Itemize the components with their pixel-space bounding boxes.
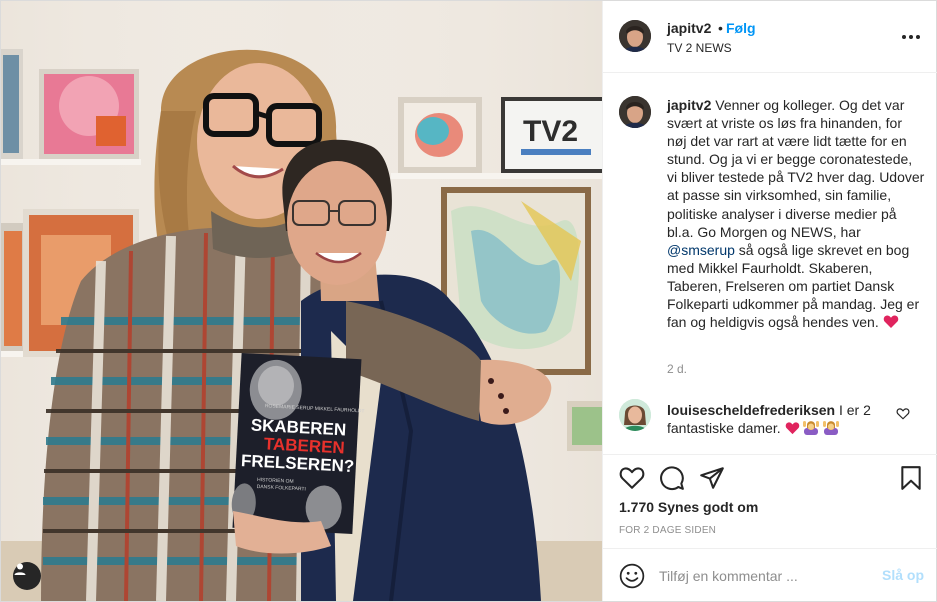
user-tag-icon <box>14 563 26 575</box>
post-side-panel: japitv2 • Følg TV 2 NEWS japitv2 Venner … <box>602 1 937 601</box>
red-heart-emoji-icon <box>785 422 799 435</box>
caption-body-1: Venner og kolleger. Og det var svært at … <box>667 97 925 240</box>
post-actions: 1.770 Synes godt om FOR 2 DAGE SIDEN <box>603 454 937 548</box>
more-options-icon <box>902 35 906 39</box>
more-options-icon-dot <box>916 35 920 39</box>
like-heart-icon[interactable] <box>619 465 645 491</box>
red-heart-emoji-icon <box>883 315 898 329</box>
likes-count[interactable]: 1.770 Synes godt om <box>619 499 758 515</box>
comments-section: japitv2 Venner og kolleger. Og det var s… <box>603 74 937 454</box>
woman-raising-hands-emoji-icon <box>823 421 840 435</box>
emoji-smiley-icon[interactable] <box>619 563 645 589</box>
author-username[interactable]: japitv2 <box>667 20 711 36</box>
tv2-logo-text: TV2 <box>523 115 578 148</box>
save-bookmark-icon[interactable] <box>898 465 924 491</box>
author-location[interactable]: TV 2 NEWS <box>667 41 732 55</box>
post-date[interactable]: FOR 2 DAGE SIDEN <box>619 525 716 536</box>
post-photo[interactable]: TV2 ROSEMARIE SERUP MIKKEL FAURHOLDT SKA… <box>1 1 602 601</box>
woman-raising-hands-emoji-icon <box>803 421 820 435</box>
comment-input[interactable] <box>659 566 869 586</box>
more-options-icon-dot <box>909 35 913 39</box>
post-header: japitv2 • Følg TV 2 NEWS <box>603 1 937 73</box>
commenter-username[interactable]: louisescheldefrederiksen <box>667 402 835 418</box>
follow-button[interactable]: Følg <box>726 20 756 36</box>
caption-avatar[interactable] <box>619 96 651 128</box>
post-comment-button[interactable]: Slå op <box>882 567 924 583</box>
book-cover: ROSEMARIE SERUP MIKKEL FAURHOLDT SKABERE… <box>231 352 365 554</box>
commenter-avatar[interactable] <box>619 399 651 431</box>
instagram-post: TV2 ROSEMARIE SERUP MIKKEL FAURHOLDT SKA… <box>0 0 937 602</box>
caption-text: japitv2 Venner og kolleger. Og det var s… <box>667 96 925 331</box>
share-paper-plane-icon[interactable] <box>699 465 725 491</box>
separator-dot: • <box>718 20 723 36</box>
commenter-avatar-image <box>619 399 651 431</box>
tagged-users-button[interactable] <box>13 562 41 590</box>
comment-bubble-icon[interactable] <box>659 465 685 491</box>
author-avatar-image <box>619 20 651 52</box>
caption-avatar-image <box>619 96 651 128</box>
caption-timestamp[interactable]: 2 d. <box>667 362 687 376</box>
more-options-button[interactable] <box>899 25 923 49</box>
add-comment-bar: Slå op <box>603 548 937 601</box>
mention-link[interactable]: @smserup <box>667 242 735 258</box>
author-avatar[interactable] <box>619 20 651 52</box>
comment-text: louisescheldefrederiksen I er 2 fantasti… <box>667 401 889 437</box>
caption-username[interactable]: japitv2 <box>667 97 711 113</box>
photo-illustration: TV2 ROSEMARIE SERUP MIKKEL FAURHOLDT SKA… <box>1 1 602 601</box>
comment-like-icon[interactable] <box>896 407 910 420</box>
